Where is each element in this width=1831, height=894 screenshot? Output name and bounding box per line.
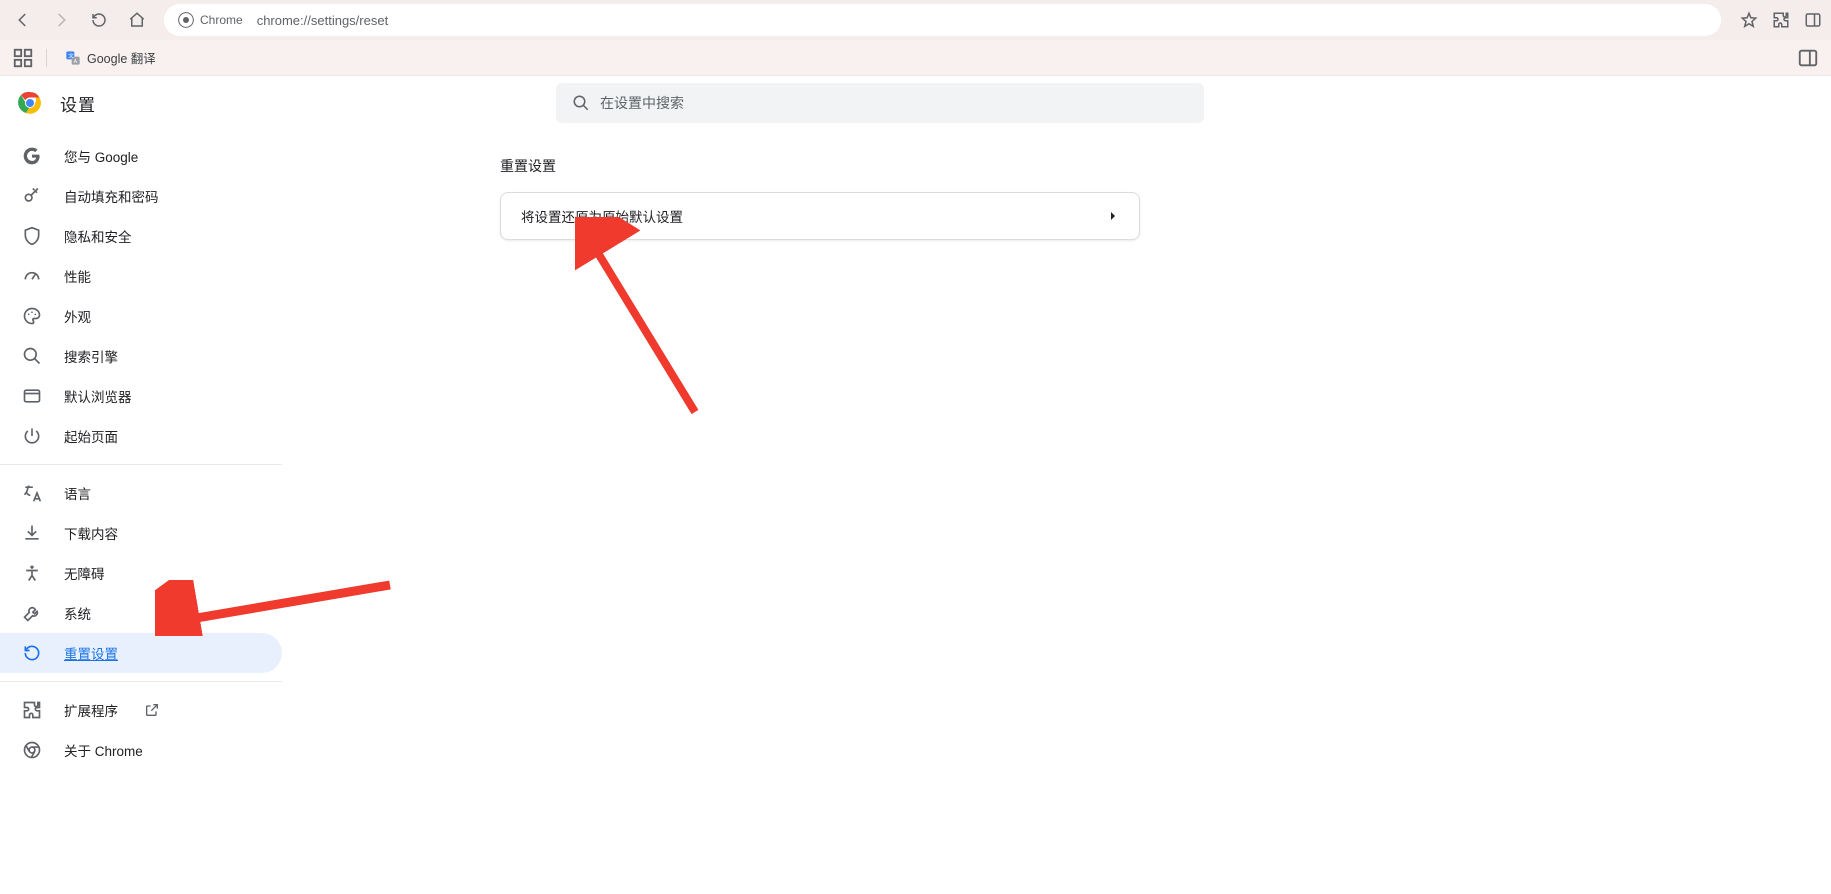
sidebar-item-label: 扩展程序	[64, 700, 118, 720]
sidebar-default-browser[interactable]: 默认浏览器	[0, 376, 282, 416]
language-icon	[22, 483, 42, 503]
home-button[interactable]	[120, 3, 154, 37]
sidebar-accessibility[interactable]: 无障碍	[0, 553, 282, 593]
site-info-chip[interactable]: Chrome	[178, 12, 249, 28]
bookmark-separator	[46, 49, 47, 67]
bookmark-label: Google 翻译	[87, 48, 156, 67]
sidebar-you-and-google[interactable]: 您与 Google	[0, 136, 282, 176]
site-chip-label: Chrome	[200, 13, 243, 27]
section-title: 重置设置	[500, 156, 1831, 176]
sidebar-divider	[0, 464, 282, 465]
sidebar-divider	[0, 681, 282, 682]
search-icon	[572, 94, 590, 112]
sidebar-language[interactable]: 语言	[0, 473, 282, 513]
key-icon	[22, 186, 42, 206]
wrench-icon	[22, 603, 42, 623]
translate-icon: 文 A	[65, 50, 81, 66]
sidebar-item-label: 起始页面	[64, 426, 118, 446]
external-link-icon	[144, 702, 160, 718]
settings-search-box[interactable]: 在设置中搜索	[556, 83, 1204, 123]
sidebar-item-label: 您与 Google	[64, 146, 138, 166]
search-icon	[22, 346, 42, 366]
sidebar-item-label: 性能	[64, 266, 91, 286]
settings-header: 设置 在设置中搜索	[0, 76, 1831, 130]
power-icon	[22, 426, 42, 446]
search-placeholder: 在设置中搜索	[600, 93, 684, 113]
sidebar-item-label: 系统	[64, 603, 91, 623]
accessibility-icon	[22, 563, 42, 583]
sidebar-item-label: 搜索引擎	[64, 346, 118, 366]
puzzle-icon	[1772, 11, 1790, 29]
sidepanel-icon	[1797, 47, 1819, 69]
reset-icon	[22, 643, 42, 663]
google-g-icon	[22, 146, 42, 166]
sidebar-item-label: 下载内容	[64, 523, 118, 543]
shield-icon	[22, 226, 42, 246]
reload-icon	[90, 11, 108, 29]
sidebar-privacy[interactable]: 隐私和安全	[0, 216, 282, 256]
omnibox[interactable]: Chrome chrome://settings/reset	[164, 4, 1721, 36]
chrome-icon	[178, 12, 194, 28]
reset-row-label: 将设置还原为原始默认设置	[521, 206, 683, 226]
svg-text:A: A	[74, 59, 78, 65]
bookmark-overflow[interactable]	[1797, 47, 1819, 69]
reset-card: 将设置还原为原始默认设置	[500, 192, 1140, 240]
arrow-right-icon	[52, 11, 70, 29]
sidebar-system[interactable]: 系统	[0, 593, 282, 633]
sidepanel-icon	[1804, 11, 1822, 29]
chrome-logo-icon	[18, 91, 42, 115]
browser-icon	[22, 386, 42, 406]
bookmark-bar: 文 A Google 翻译	[0, 40, 1831, 76]
download-icon	[22, 523, 42, 543]
settings-title: 设置	[60, 91, 96, 116]
sidebar-performance[interactable]: 性能	[0, 256, 282, 296]
bookmark-google-translate[interactable]: 文 A Google 翻译	[59, 44, 162, 71]
sidebar-item-label: 关于 Chrome	[64, 740, 143, 760]
sidebar-item-label: 外观	[64, 306, 91, 326]
speedometer-icon	[22, 266, 42, 286]
sidebar-item-label: 语言	[64, 483, 91, 503]
main-area: 您与 Google 自动填充和密码 隐私和安全 性能 外观	[0, 130, 1831, 894]
forward-button[interactable]	[44, 3, 78, 37]
sidebar-search-engine[interactable]: 搜索引擎	[0, 336, 282, 376]
sidebar-downloads[interactable]: 下载内容	[0, 513, 282, 553]
apps-button[interactable]	[12, 47, 34, 69]
settings-content: 重置设置 将设置还原为原始默认设置	[282, 130, 1831, 894]
reset-to-defaults-row[interactable]: 将设置还原为原始默认设置	[501, 193, 1139, 239]
sidebar-extensions[interactable]: 扩展程序	[0, 690, 282, 730]
arrow-left-icon	[14, 11, 32, 29]
sidebar-item-label: 无障碍	[64, 563, 105, 583]
sidebar-on-startup[interactable]: 起始页面	[0, 416, 282, 456]
omnibox-url-text: chrome://settings/reset	[257, 13, 389, 28]
extension-icon	[22, 700, 42, 720]
reload-button[interactable]	[82, 3, 116, 37]
back-button[interactable]	[6, 3, 40, 37]
palette-icon	[22, 306, 42, 326]
extensions-button[interactable]	[1767, 6, 1795, 34]
star-icon	[1740, 11, 1758, 29]
chrome-outline-icon	[22, 740, 42, 760]
sidebar-item-label: 默认浏览器	[64, 386, 132, 406]
browser-chrome-bar: Chrome chrome://settings/reset	[0, 0, 1831, 40]
sidebar-item-label: 隐私和安全	[64, 226, 132, 246]
sidebar-item-label: 自动填充和密码	[64, 186, 159, 206]
sidebar-about-chrome[interactable]: 关于 Chrome	[0, 730, 282, 770]
sidebar-appearance[interactable]: 外观	[0, 296, 282, 336]
sidepanel-button[interactable]	[1799, 6, 1827, 34]
home-icon	[128, 11, 146, 29]
bookmark-star-button[interactable]	[1735, 6, 1763, 34]
chevron-right-icon	[1107, 210, 1119, 222]
sidebar-reset[interactable]: 重置设置	[0, 633, 282, 673]
sidebar-item-label: 重置设置	[64, 643, 118, 663]
settings-sidebar: 您与 Google 自动填充和密码 隐私和安全 性能 外观	[0, 130, 282, 894]
sidebar-autofill[interactable]: 自动填充和密码	[0, 176, 282, 216]
apps-grid-icon	[12, 47, 34, 69]
